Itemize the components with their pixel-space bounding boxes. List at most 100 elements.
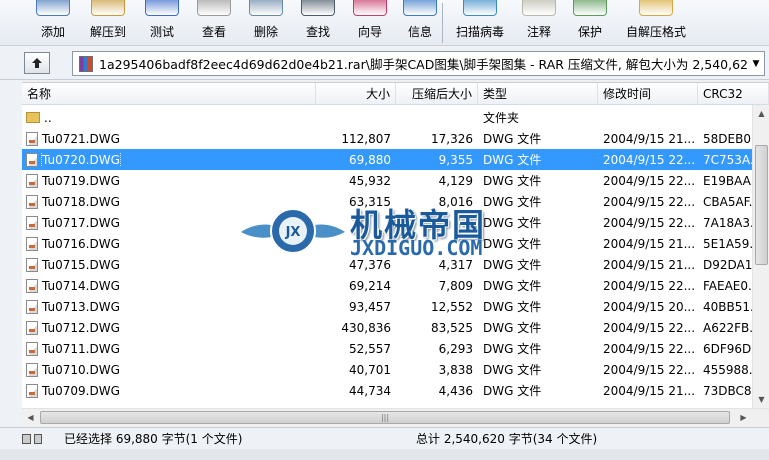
- toolbar-button-0[interactable]: 添加: [30, 0, 76, 46]
- horizontal-scrollbar[interactable]: ◀ ||| ▶: [22, 408, 769, 425]
- toolbar-button-9[interactable]: 注释: [517, 0, 561, 46]
- cell-size: 52,557: [349, 341, 391, 356]
- folder-icon: [26, 112, 40, 123]
- column-type[interactable]: 类型: [478, 83, 598, 105]
- column-name[interactable]: 名称: [22, 83, 316, 105]
- path-field[interactable]: 1a295406badf8f2eec4d69d62d0e4b21.rar\脚手架…: [72, 51, 765, 76]
- file-name: Tu0717.DWG: [42, 215, 120, 230]
- dwg-file-icon: [26, 215, 38, 230]
- toolbar-button-3[interactable]: 查看: [190, 0, 238, 46]
- table-row[interactable]: Tu0711.DWG 52,557 6,293 DWG 文件 2004/9/15 22.…: [22, 338, 769, 359]
- table-row[interactable]: Tu0709.DWG 44,734 4,436 DWG 文件 2004/9/15 21.…: [22, 380, 769, 401]
- file-name: Tu0711.DWG: [42, 341, 120, 356]
- file-name: Tu0715.DWG: [42, 257, 120, 272]
- table-row[interactable]: Tu0717.DWG DWG 文件 2004/9/15 22... 7A18A3...: [22, 212, 769, 233]
- toolbar: 添加 解压到 测试 查看 删除 查找 向导 信息 扫描病毒 注释 保护 自解压格式: [0, 0, 769, 46]
- toolbar-button-4[interactable]: 删除: [244, 0, 288, 46]
- cell-name: Tu0718.DWG: [22, 194, 316, 209]
- key-icon[interactable]: [33, 433, 42, 444]
- toolbar-button-11[interactable]: 自解压格式: [619, 0, 693, 46]
- column-header: 名称 大小 压缩后大小 类型 修改时间 CRC32: [22, 83, 769, 105]
- cell-type: DWG 文件: [483, 216, 542, 230]
- toolbar-button-label: 查看: [201, 25, 226, 39]
- chevron-down-icon[interactable]: ▼: [748, 59, 764, 69]
- horizontal-scroll-thumb[interactable]: |||: [40, 411, 730, 424]
- cell-size: 45,932: [349, 173, 391, 188]
- bottom-strip: [0, 449, 769, 460]
- info-icon: [403, 0, 437, 16]
- cell-name: Tu0720.DWG: [22, 152, 316, 167]
- toolbar-button-label: 自解压格式: [625, 25, 686, 39]
- table-row[interactable]: .. 文件夹: [22, 107, 769, 128]
- dwg-file-icon: [26, 152, 38, 167]
- cell-type: DWG 文件: [483, 300, 542, 314]
- toolbar-button-7[interactable]: 信息: [398, 0, 442, 46]
- dwg-file-icon: [26, 194, 38, 209]
- table-row[interactable]: Tu0712.DWG 430,836 83,525 DWG 文件 2004/9/15 2…: [22, 317, 769, 338]
- cell-type: DWG 文件: [483, 153, 542, 167]
- cell-packed: 4,317: [438, 257, 473, 272]
- file-name: Tu0712.DWG: [42, 320, 120, 335]
- scroll-right-icon[interactable]: ▶: [735, 409, 752, 426]
- path-text: 1a295406badf8f2eec4d69d62d0e4b21.rar\脚手架…: [99, 57, 748, 72]
- toolbar-button-2[interactable]: 测试: [140, 0, 184, 46]
- column-packed[interactable]: 压缩后大小: [396, 83, 478, 105]
- table-row[interactable]: Tu0721.DWG 112,807 17,326 DWG 文件 2004/9/15 2…: [22, 128, 769, 149]
- delete-icon: [249, 0, 283, 16]
- drive-icon[interactable]: [22, 433, 31, 444]
- file-name: Tu0719.DWG: [42, 173, 120, 188]
- toolbar-button-6[interactable]: 向导: [348, 0, 392, 46]
- scroll-left-icon[interactable]: ◀: [22, 409, 39, 426]
- table-row[interactable]: Tu0718.DWG 63,315 8,016 DWG 文件 2004/9/15 22.…: [22, 191, 769, 212]
- cell-modified: 2004/9/15 21...: [603, 383, 696, 398]
- cell-type: DWG 文件: [483, 237, 542, 251]
- dwg-file-icon: [26, 131, 38, 146]
- toolbar-button-label: 扫描病毒: [455, 25, 504, 39]
- rows: .. 文件夹 Tu0721.DWG 112,807 17,326 DWG 文件 2004/9…: [22, 107, 769, 401]
- cell-packed: 83,525: [431, 320, 473, 335]
- dwg-file-icon: [26, 257, 38, 272]
- wizard-icon: [353, 0, 387, 16]
- column-modified[interactable]: 修改时间: [598, 83, 698, 105]
- column-crc[interactable]: CRC32: [698, 83, 769, 105]
- table-row[interactable]: Tu0714.DWG 69,214 7,809 DWG 文件 2004/9/15 22.…: [22, 275, 769, 296]
- vertical-scroll-thumb[interactable]: [755, 145, 768, 265]
- table-row[interactable]: Tu0710.DWG 40,701 3,838 DWG 文件 2004/9/15 22.…: [22, 359, 769, 380]
- toolbar-button-label: 删除: [253, 25, 278, 39]
- cell-packed: 6,293: [438, 341, 473, 356]
- cell-size: 40,701: [349, 362, 391, 377]
- up-folder-button[interactable]: [24, 52, 50, 74]
- scroll-down-icon[interactable]: ▼: [753, 391, 769, 408]
- toolbar-button-10[interactable]: 保护: [567, 0, 613, 46]
- cell-size: 112,807: [341, 131, 391, 146]
- protect-shield-icon: [573, 0, 607, 16]
- toolbar-button-1[interactable]: 解压到: [82, 0, 134, 46]
- cell-name: ..: [22, 111, 316, 125]
- extract-folder-icon: [91, 0, 125, 16]
- dwg-file-icon: [26, 320, 38, 335]
- cell-packed: 4,436: [438, 383, 473, 398]
- toolbar-button-label: 向导: [357, 25, 382, 39]
- toolbar-button-5[interactable]: 查找: [294, 0, 342, 46]
- scroll-up-icon[interactable]: ▲: [753, 105, 769, 122]
- cell-modified: 2004/9/15 21...: [603, 131, 696, 146]
- cell-type: DWG 文件: [483, 384, 542, 398]
- file-name: Tu0716.DWG: [42, 236, 120, 251]
- toolbar-button-8[interactable]: 扫描病毒: [449, 0, 511, 46]
- vertical-scrollbar[interactable]: ▲ ▼: [752, 105, 769, 408]
- dwg-file-icon: [26, 299, 38, 314]
- cell-name: Tu0715.DWG: [22, 257, 316, 272]
- toolbar-button-label: 信息: [407, 25, 432, 39]
- cell-size: 44,734: [349, 383, 391, 398]
- table-row[interactable]: Tu0720.DWG 69,880 9,355 DWG 文件 2004/9/15 22.…: [22, 149, 769, 170]
- column-size[interactable]: 大小: [316, 83, 396, 105]
- table-row[interactable]: Tu0716.DWG DWG 文件 2004/9/15 21... 5E1A59...: [22, 233, 769, 254]
- table-row[interactable]: Tu0719.DWG 45,932 4,129 DWG 文件 2004/9/15 22.…: [22, 170, 769, 191]
- cell-name: Tu0710.DWG: [22, 362, 316, 377]
- cell-name: Tu0712.DWG: [22, 320, 316, 335]
- table-row[interactable]: Tu0713.DWG 93,457 12,552 DWG 文件 2004/9/15 20…: [22, 296, 769, 317]
- file-name: Tu0720.DWG: [41, 152, 121, 167]
- cell-modified: 2004/9/15 22...: [603, 152, 696, 167]
- cell-modified: 2004/9/15 20...: [603, 299, 696, 314]
- table-row[interactable]: Tu0715.DWG 47,376 4,317 DWG 文件 2004/9/15 21.…: [22, 254, 769, 275]
